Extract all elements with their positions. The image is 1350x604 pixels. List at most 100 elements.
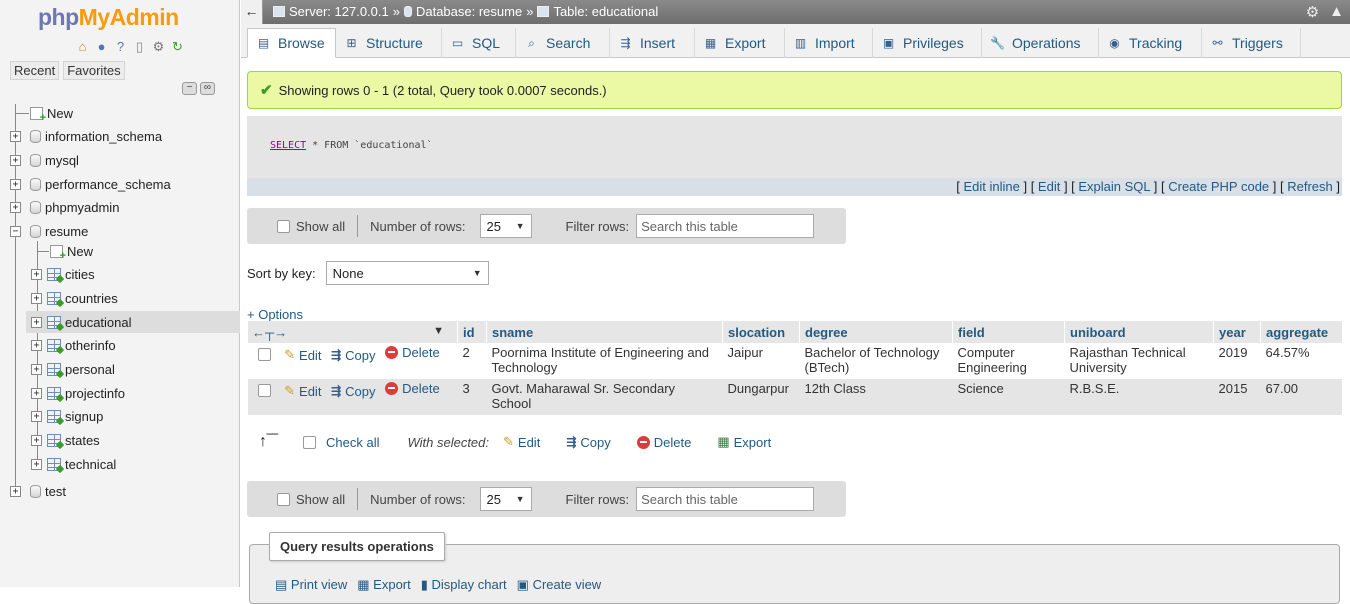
expand-icon[interactable]: + (31, 364, 42, 375)
sort-by-key-select[interactable]: None ▼ (325, 261, 489, 285)
tab-operations[interactable]: 🔧 Operations (982, 28, 1099, 58)
bulk-export-button[interactable]: ▦ Export (717, 434, 771, 450)
expand-icon[interactable]: + (10, 179, 21, 190)
expand-icon[interactable]: + (31, 435, 42, 446)
tree-table-technical[interactable]: technical (47, 453, 116, 475)
tree-table-cities[interactable]: cities (47, 263, 95, 285)
expand-icon[interactable]: + (10, 202, 21, 213)
column-header-id[interactable]: id (457, 321, 487, 343)
tab-insert[interactable]: ⇶ Insert (610, 28, 695, 58)
display-chart-link[interactable]: ▮ Display chart (421, 577, 507, 593)
tree-table-projectinfo[interactable]: projectinfo (47, 382, 125, 404)
cell-field[interactable]: Science (952, 379, 1065, 415)
cell-field[interactable]: Computer Engineering (952, 343, 1065, 379)
column-header-aggregate[interactable]: aggregate (1260, 321, 1342, 343)
collapse-nav-arrow-icon[interactable]: ← (241, 0, 263, 24)
column-resize-arrows-icon[interactable]: ←┬→ (252, 325, 287, 340)
expand-icon[interactable]: + (10, 486, 21, 497)
refresh-link[interactable]: Refresh (1287, 179, 1333, 194)
create-view-link[interactable]: ▣ Create view (517, 577, 602, 593)
bulk-edit-button[interactable]: ✎ Edit (503, 434, 540, 450)
tree-db-test[interactable]: test (30, 480, 66, 502)
cell-degree[interactable]: 12th Class (799, 379, 953, 415)
expand-icon[interactable]: + (31, 388, 42, 399)
expand-icon[interactable]: + (31, 411, 42, 422)
tab-sql[interactable]: ▭ SQL (442, 28, 516, 58)
breadcrumb-server[interactable]: Server: 127.0.0.1 (289, 4, 389, 19)
expand-icon[interactable]: + (31, 459, 42, 470)
column-header-field[interactable]: field (952, 321, 1065, 343)
tree-db-mysql[interactable]: mysql (30, 149, 79, 171)
cell-id[interactable]: 3 (457, 379, 487, 415)
expand-icon[interactable]: + (31, 269, 42, 280)
cell-aggregate[interactable]: 64.57% (1260, 343, 1342, 379)
print-view-link[interactable]: ▤ Print view (275, 577, 347, 593)
cell-uniboard[interactable]: R.B.S.E. (1064, 379, 1214, 415)
tree-table-states[interactable]: states (47, 429, 100, 451)
breadcrumb-database[interactable]: Database: resume (416, 4, 522, 19)
cell-uniboard[interactable]: Rajasthan Technical University (1064, 343, 1214, 379)
number-of-rows-select[interactable]: 25 ▼ (479, 487, 532, 511)
tree-item-new[interactable]: New (30, 102, 73, 124)
tree-db-resume[interactable]: resume (30, 220, 88, 242)
cell-year[interactable]: 2019 (1213, 343, 1261, 379)
collapse-icon[interactable]: − (10, 226, 21, 237)
column-menu-caret-icon[interactable]: ▼ (433, 325, 444, 337)
cell-aggregate[interactable]: 67.00 (1260, 379, 1342, 415)
tab-browse[interactable]: ▤ Browse (247, 28, 336, 58)
tab-export[interactable]: ▦ Export (695, 28, 785, 58)
cell-sname[interactable]: Poornima Institute of Engineering and Te… (486, 343, 723, 379)
column-header-slocation[interactable]: slocation (722, 321, 800, 343)
settings-gear-icon[interactable]: ⚙ (1306, 3, 1319, 21)
expand-icon[interactable]: + (31, 317, 42, 328)
tree-item-new-table[interactable]: New (50, 240, 93, 262)
tree-db-performance-schema[interactable]: performance_schema (30, 173, 171, 195)
check-all-control[interactable]: Check all (303, 435, 379, 450)
filter-rows-input[interactable]: Search this table (636, 214, 815, 238)
cell-degree[interactable]: Bachelor of Technology (BTech) (799, 343, 953, 379)
cell-year[interactable]: 2015 (1213, 379, 1261, 415)
row-delete-button[interactable]: Delete (385, 345, 440, 360)
cell-sname[interactable]: Govt. Maharawal Sr. Secondary School (486, 379, 723, 415)
row-edit-button[interactable]: ✎ Edit (284, 347, 321, 363)
tree-table-educational[interactable]: educational (26, 311, 240, 333)
tab-structure[interactable]: ⊞ Structure (336, 28, 442, 58)
tab-triggers[interactable]: ⚯ Triggers (1202, 28, 1301, 58)
check-all-checkbox[interactable] (303, 435, 316, 449)
row-copy-button[interactable]: ⇶ Copy (331, 348, 375, 363)
tab-import[interactable]: ▥ Import (785, 28, 873, 58)
cell-slocation[interactable]: Dungarpur (722, 379, 800, 415)
tree-table-signup[interactable]: signup (47, 405, 103, 427)
tree-db-information-schema[interactable]: information_schema (30, 125, 162, 147)
edit-inline-link[interactable]: Edit inline (963, 179, 1019, 194)
number-of-rows-select[interactable]: 25 ▼ (479, 214, 532, 238)
tree-db-phpmyadmin[interactable]: phpmyadmin (30, 196, 119, 218)
tab-search[interactable]: ⌕ Search (516, 28, 610, 58)
filter-rows-input[interactable]: Search this table (636, 487, 815, 511)
column-header-year[interactable]: year (1213, 321, 1261, 343)
tree-table-countries[interactable]: countries (47, 287, 118, 309)
tree-table-otherinfo[interactable]: otherinfo (47, 334, 116, 356)
sql-query-text[interactable]: SELECT * FROM `educational` (270, 140, 433, 151)
expand-icon[interactable]: + (31, 293, 42, 304)
collapse-top-icon[interactable]: ▲ (1329, 3, 1344, 21)
export-link[interactable]: ▦ Export (357, 577, 410, 593)
show-all-checkbox[interactable] (277, 219, 290, 233)
tab-privileges[interactable]: ▣ Privileges (873, 28, 982, 58)
column-header-sname[interactable]: sname (486, 321, 723, 343)
tree-table-personal[interactable]: personal (47, 358, 115, 380)
row-checkbox[interactable] (257, 384, 271, 397)
expand-icon[interactable]: + (10, 155, 21, 166)
row-delete-button[interactable]: Delete (385, 381, 440, 396)
row-checkbox[interactable] (257, 348, 271, 361)
check-all-label[interactable]: Check all (326, 435, 379, 450)
options-toggle[interactable]: + Options (247, 307, 303, 322)
row-edit-button[interactable]: ✎ Edit (284, 383, 321, 399)
bulk-copy-button[interactable]: ⇶ Copy (566, 435, 610, 450)
cell-id[interactable]: 2 (457, 343, 487, 379)
bulk-delete-button[interactable]: Delete (636, 435, 691, 450)
show-all-checkbox[interactable] (277, 492, 290, 506)
tab-tracking[interactable]: ◉ Tracking (1099, 28, 1202, 58)
column-header-uniboard[interactable]: uniboard (1064, 321, 1214, 343)
breadcrumb-table[interactable]: Table: educational (553, 4, 658, 19)
